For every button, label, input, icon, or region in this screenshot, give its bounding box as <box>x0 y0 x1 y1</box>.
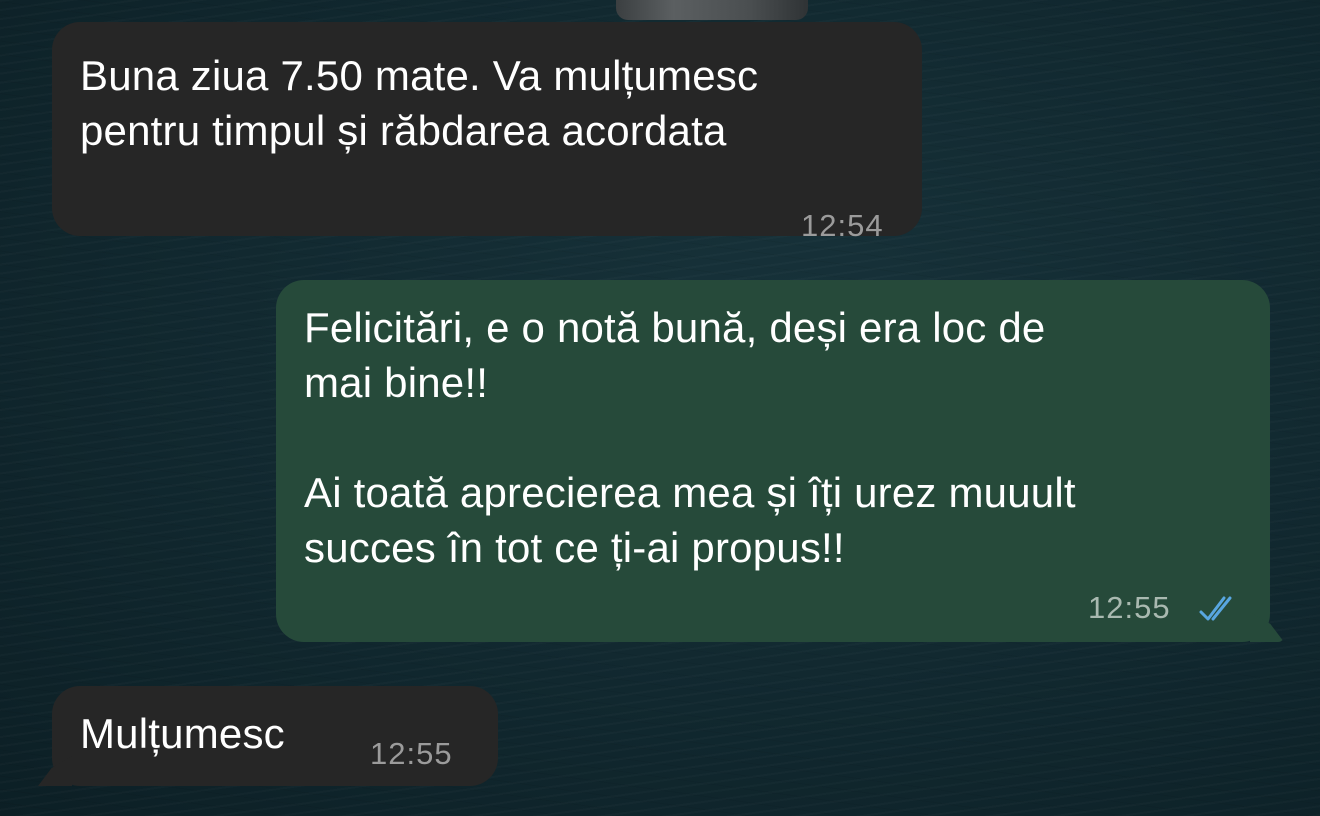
message-timestamp: 12:55 <box>1088 590 1171 625</box>
partial-element-top <box>616 0 808 20</box>
message-bubble-outgoing-1[interactable]: Felicitări, e o notă bună, deși era loc … <box>276 280 1284 642</box>
double-check-icon <box>1199 596 1232 621</box>
message-text: Mulțumesc <box>80 710 285 757</box>
message-text: Felicitări, e o notă bună, deși era loc … <box>304 304 1076 571</box>
message-timestamp: 12:54 <box>801 208 884 243</box>
message-bubble-incoming-2[interactable]: Mulțumesc 12:55 <box>38 686 498 786</box>
message-bubble-incoming-1[interactable]: Buna ziua 7.50 mate. Va mulțumesc pentru… <box>52 22 922 243</box>
message-text: Buna ziua 7.50 mate. Va mulțumesc pentru… <box>80 52 759 154</box>
message-timestamp: 12:55 <box>370 736 453 771</box>
